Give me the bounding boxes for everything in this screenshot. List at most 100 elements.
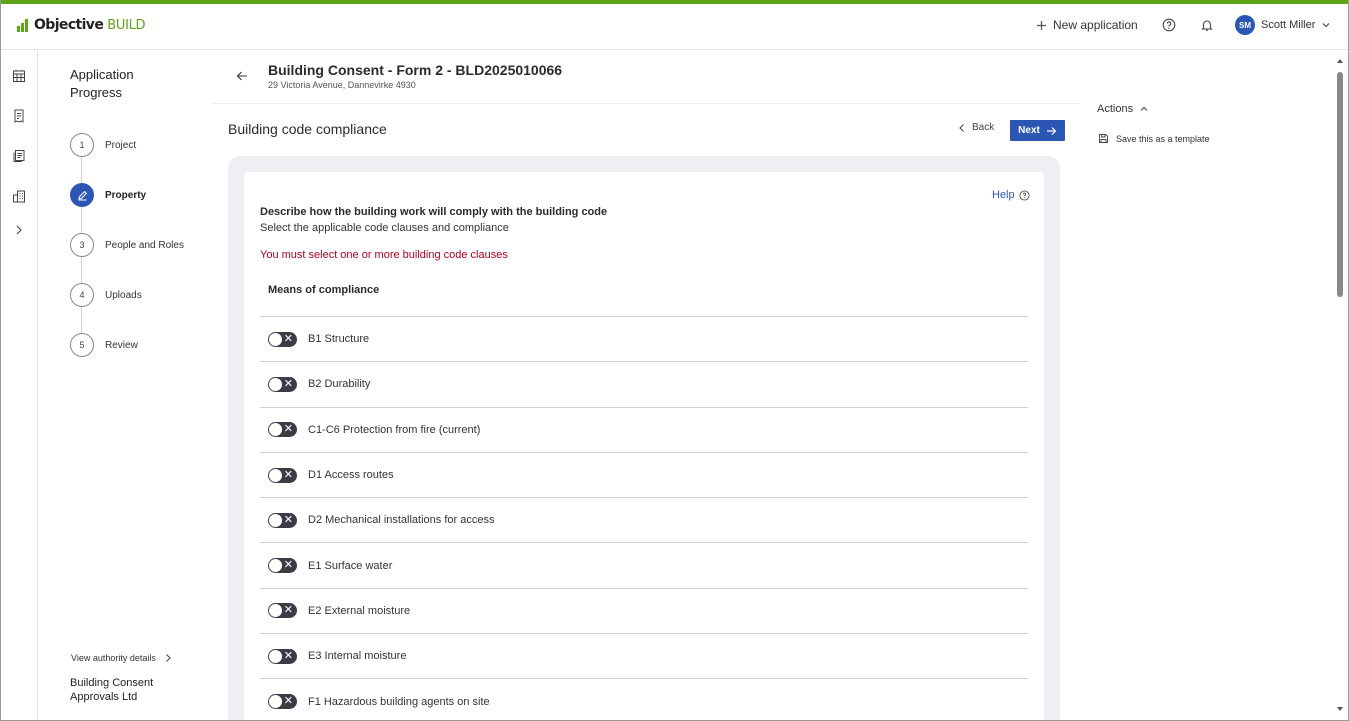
scrollbar-thumb[interactable] — [1337, 72, 1343, 297]
clause-toggle[interactable]: ✕ — [268, 512, 297, 528]
form-title: Building Consent - Form 2 - BLD202501006… — [268, 62, 563, 78]
clause-toggle[interactable]: ✕ — [268, 603, 297, 619]
step-number: 3 — [70, 233, 94, 257]
step-connector — [81, 307, 82, 333]
chevron-up-icon — [1140, 106, 1148, 111]
step-label: Uploads — [105, 289, 142, 301]
clause-row-b2: ✕ B2 Durability — [260, 361, 1028, 406]
description-title: Describe how the building work will comp… — [260, 206, 608, 218]
section-title: Building code compliance — [228, 121, 387, 137]
receipt-icon[interactable] — [12, 109, 26, 123]
step-number: 5 — [70, 333, 94, 357]
step-number: 4 — [70, 283, 94, 307]
chevron-right-icon — [166, 654, 171, 662]
clause-row-c1-c6: ✕ C1-C6 Protection from fire (current) — [260, 406, 1028, 452]
step-label: Property — [105, 189, 147, 201]
clause-toggle[interactable]: ✕ — [268, 694, 297, 710]
authority-name: Building Consent Approvals Ltd — [70, 677, 154, 703]
avatar: SM — [1235, 15, 1255, 35]
back-arrow-icon[interactable] — [236, 70, 248, 82]
step-people-and-roles[interactable]: 3 People and Roles — [70, 233, 184, 257]
progress-title: Application Progress — [70, 67, 134, 100]
step-property[interactable]: Property — [70, 183, 146, 207]
clause-row-d2: ✕ D2 Mechanical installations for access — [260, 497, 1028, 542]
clause-toggle[interactable]: ✕ — [268, 648, 297, 664]
clause-row-b1: ✕ B1 Structure — [260, 316, 1028, 361]
step-connector — [81, 207, 82, 233]
left-rail — [0, 50, 38, 721]
clause-row-e2: ✕ E2 External moisture — [260, 587, 1028, 633]
step-uploads[interactable]: 4 Uploads — [70, 283, 142, 307]
pencil-icon — [70, 183, 94, 207]
save-as-template-button[interactable]: Save this as a template — [1098, 133, 1210, 144]
clause-label: B2 Durability — [308, 378, 371, 391]
chevron-left-icon — [959, 123, 964, 132]
brand-name: Objective — [34, 17, 104, 33]
bell-icon[interactable] — [1200, 18, 1214, 32]
plus-icon — [1037, 20, 1046, 30]
back-label: Back — [972, 122, 995, 133]
step-number: 1 — [70, 133, 94, 157]
clause-row-e3: ✕ E3 Internal moisture — [260, 633, 1028, 678]
chevron-right-icon[interactable] — [12, 223, 26, 237]
step-label: Project — [105, 139, 137, 151]
clause-toggle[interactable]: ✕ — [268, 422, 297, 438]
logo-bars-icon — [17, 18, 30, 32]
step-connector — [81, 157, 82, 183]
clause-label: D2 Mechanical installations for access — [308, 514, 495, 527]
step-review[interactable]: 5 Review — [70, 333, 138, 357]
clause-label: B1 Structure — [308, 333, 370, 346]
clause-label: D1 Access routes — [308, 469, 394, 482]
clause-label: E2 External moisture — [308, 604, 411, 617]
brand-product: BUILD — [107, 17, 146, 33]
page-scrollbar[interactable] — [1335, 56, 1345, 716]
actions-toggle[interactable]: Actions — [1097, 103, 1149, 115]
app-header: Objective BUILD New application SM Scott… — [0, 4, 1349, 50]
chevron-down-icon — [1323, 23, 1330, 28]
brand-logo[interactable]: Objective BUILD — [17, 17, 146, 33]
help-label: Help — [992, 189, 1015, 201]
step-label: Review — [105, 339, 138, 351]
next-button[interactable]: Next — [1010, 120, 1065, 141]
clause-label: E1 Surface water — [308, 559, 393, 572]
calendar-icon[interactable] — [12, 69, 26, 83]
view-authority-details-link[interactable]: View authority details — [71, 653, 172, 663]
new-application-button[interactable]: New application — [1036, 18, 1138, 32]
user-menu[interactable]: SM Scott Miller — [1235, 15, 1331, 35]
clause-label: C1-C6 Protection from fire (current) — [308, 423, 481, 436]
scroll-down-arrow-icon[interactable] — [1336, 705, 1344, 713]
clause-label: F1 Hazardous building agents on site — [308, 695, 490, 708]
step-project[interactable]: 1 Project — [70, 133, 136, 157]
clause-row-e1: ✕ E1 Surface water — [260, 542, 1028, 587]
help-circle-icon[interactable] — [1162, 18, 1176, 32]
actions-title: Actions — [1097, 103, 1134, 115]
property-address: 29 Victoria Avenue, Dannevirke 4930 — [268, 80, 416, 90]
step-connector — [81, 257, 82, 283]
clause-toggle[interactable]: ✕ — [268, 376, 297, 392]
clause-toggle[interactable]: ✕ — [268, 558, 297, 574]
help-link[interactable]: Help — [992, 189, 1030, 201]
validation-error: You must select one or more building cod… — [260, 249, 508, 261]
clause-label: E3 Internal moisture — [308, 650, 407, 663]
buildings-icon[interactable] — [12, 189, 26, 203]
save-template-label: Save this as a template — [1116, 133, 1210, 144]
description-subtitle: Select the applicable code clauses and c… — [260, 222, 509, 234]
help-circle-icon — [1019, 189, 1030, 201]
application-progress: Application Progress 1 Project Property … — [38, 50, 212, 721]
clause-toggle[interactable]: ✕ — [268, 331, 297, 347]
save-icon — [1099, 134, 1108, 143]
form-header: Building Consent - Form 2 - BLD202501006… — [212, 50, 1080, 104]
clause-row-d1: ✕ D1 Access routes — [260, 451, 1028, 497]
clause-row-f1: ✕ F1 Hazardous building agents on site — [260, 678, 1028, 721]
clause-toggle[interactable]: ✕ — [268, 467, 297, 483]
back-button[interactable]: Back — [958, 122, 994, 133]
next-label: Next — [1018, 125, 1040, 136]
authority-link-label: View authority details — [71, 653, 156, 663]
clause-list: ✕ B1 Structure ✕ B2 Durability ✕ C1-C6 P… — [260, 316, 1028, 721]
documents-icon[interactable] — [12, 149, 26, 163]
means-of-compliance-heading: Means of compliance — [268, 284, 380, 296]
new-application-label: New application — [1053, 18, 1138, 32]
step-label: People and Roles — [105, 239, 184, 251]
scroll-up-arrow-icon[interactable] — [1336, 57, 1344, 65]
arrow-right-icon — [1046, 126, 1057, 135]
